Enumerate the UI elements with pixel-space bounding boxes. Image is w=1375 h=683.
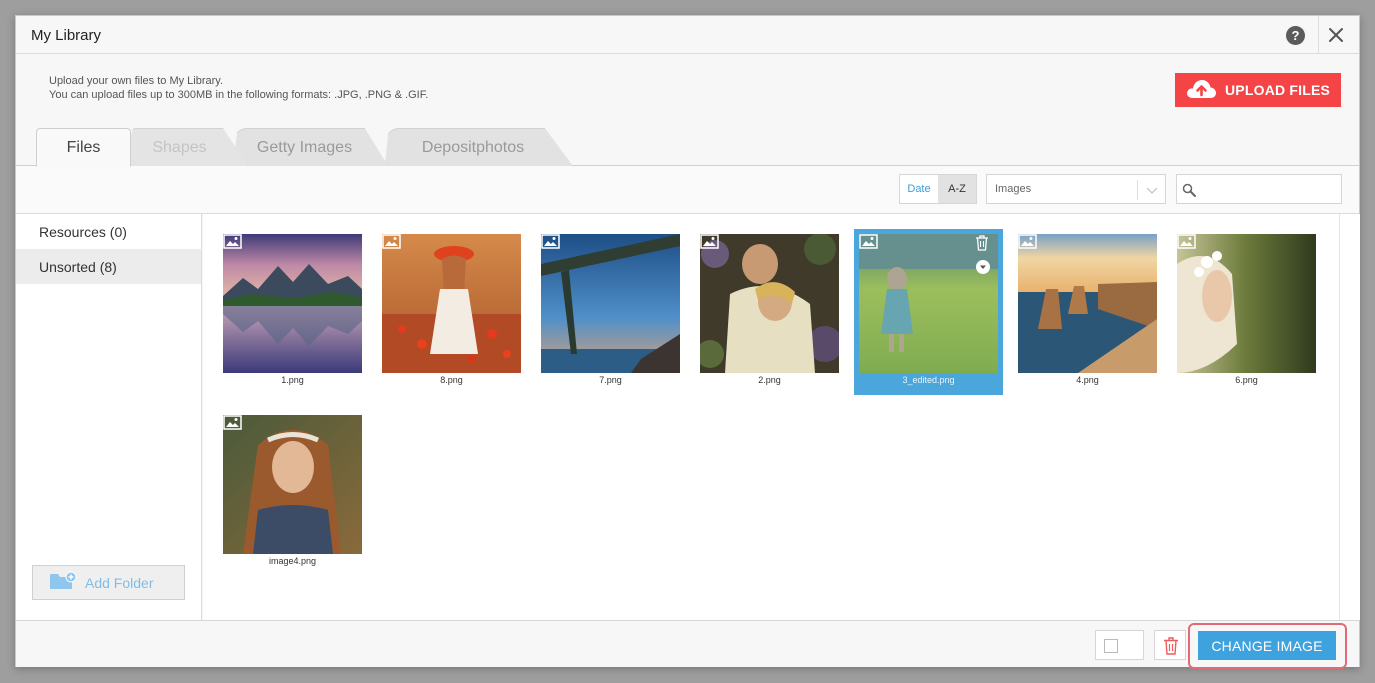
file-tile[interactable]: 2.png xyxy=(695,229,844,395)
tab-label: Shapes xyxy=(152,138,207,156)
tab-label: Files xyxy=(66,138,101,156)
tab-getty-images[interactable]: Getty Images xyxy=(233,128,388,166)
upload-info-line1: Upload your own files to My Library. xyxy=(49,75,224,87)
tab-label: Depositphotos xyxy=(421,138,525,156)
file-grid: 1.png 8.png 7.png 2.png 3_edited.png 4.p… xyxy=(203,214,1339,620)
tab-label: Getty Images xyxy=(256,138,353,156)
titlebar-divider xyxy=(1318,16,1319,54)
tab-files[interactable]: Files xyxy=(36,128,131,167)
upload-files-label: UPLOAD FILES xyxy=(1225,82,1331,98)
add-folder-button[interactable]: Add Folder xyxy=(32,565,185,600)
close-icon[interactable] xyxy=(1324,23,1348,47)
file-thumbnail xyxy=(700,234,839,373)
library-tabs: Depositphotos Getty Images Shapes Files xyxy=(16,126,1359,167)
scrollbar[interactable] xyxy=(1339,214,1360,620)
file-type-value: Images xyxy=(995,183,1032,195)
my-library-dialog: My Library ? Upload your own files to My… xyxy=(15,15,1360,669)
tab-shapes[interactable]: Shapes xyxy=(123,128,248,166)
search-input[interactable] xyxy=(1199,175,1339,203)
trash-icon xyxy=(1163,637,1179,660)
upload-info: Upload your own files to My Library. You… xyxy=(49,74,428,102)
folder-resources[interactable]: Resources (0) xyxy=(16,214,201,249)
image-type-icon xyxy=(700,234,719,249)
sort-az-button[interactable]: A-Z xyxy=(938,175,976,203)
file-name: 1.png xyxy=(281,375,304,385)
change-image-button[interactable]: CHANGE IMAGE xyxy=(1198,631,1336,660)
upload-info-line2: You can upload files up to 300MB in the … xyxy=(49,89,429,101)
file-thumbnail xyxy=(223,415,362,554)
image-type-icon xyxy=(859,234,878,249)
checkbox-square xyxy=(1104,639,1118,653)
sort-toggle: Date A-Z xyxy=(899,174,977,204)
chevron-down-icon xyxy=(1144,182,1160,198)
image-type-icon xyxy=(541,234,560,249)
chevron-down-icon[interactable] xyxy=(976,260,990,274)
select-all-checkbox[interactable] xyxy=(1095,630,1144,660)
cloud-upload-icon xyxy=(1185,78,1217,103)
file-name: 3_edited.png xyxy=(902,375,955,385)
help-icon[interactable]: ? xyxy=(1286,26,1305,45)
folder-plus-icon xyxy=(49,571,77,594)
file-tile[interactable]: 7.png xyxy=(536,229,685,395)
image-type-icon xyxy=(223,415,242,430)
file-thumbnail xyxy=(223,234,362,373)
select-divider xyxy=(1137,180,1138,200)
image-type-icon xyxy=(1018,234,1037,249)
file-tile[interactable]: 4.png xyxy=(1013,229,1162,395)
sort-date-button[interactable]: Date xyxy=(900,175,938,203)
file-thumbnail xyxy=(382,234,521,373)
file-thumbnail xyxy=(859,234,998,373)
file-tile[interactable]: 1.png xyxy=(218,229,367,395)
dialog-footer: CHANGE IMAGE xyxy=(16,620,1359,669)
delete-button[interactable] xyxy=(1154,630,1186,660)
search-icon xyxy=(1182,183,1196,197)
titlebar: My Library ? xyxy=(16,16,1359,54)
file-name: image4.png xyxy=(268,556,317,566)
file-thumbnail xyxy=(1177,234,1316,373)
file-name: 4.png xyxy=(1076,375,1099,385)
file-thumbnail xyxy=(1018,234,1157,373)
file-tile[interactable]: 8.png xyxy=(377,229,526,395)
file-name: 2.png xyxy=(758,375,781,385)
upload-files-button[interactable]: UPLOAD FILES xyxy=(1175,73,1341,107)
file-tile-selected[interactable]: 3_edited.png xyxy=(854,229,1003,395)
file-name: 7.png xyxy=(599,375,622,385)
image-type-icon xyxy=(1177,234,1196,249)
files-toolbar: Date A-Z Images xyxy=(16,166,1359,214)
file-tile[interactable]: image4.png xyxy=(218,410,367,576)
search-box xyxy=(1176,174,1342,204)
image-type-icon xyxy=(382,234,401,249)
folder-unsorted[interactable]: Unsorted (8) xyxy=(16,249,201,284)
trash-icon[interactable] xyxy=(975,235,989,251)
dialog-title: My Library xyxy=(31,27,102,44)
file-tile[interactable]: 6.png xyxy=(1172,229,1321,395)
add-folder-label: Add Folder xyxy=(85,574,154,591)
file-name: 6.png xyxy=(1235,375,1258,385)
file-thumbnail xyxy=(541,234,680,373)
folder-sidebar: Resources (0) Unsorted (8) Add Folder xyxy=(16,214,202,620)
tab-depositphotos[interactable]: Depositphotos xyxy=(385,128,573,166)
file-name: 8.png xyxy=(440,375,463,385)
image-type-icon xyxy=(223,234,242,249)
file-type-select[interactable]: Images xyxy=(986,174,1166,204)
